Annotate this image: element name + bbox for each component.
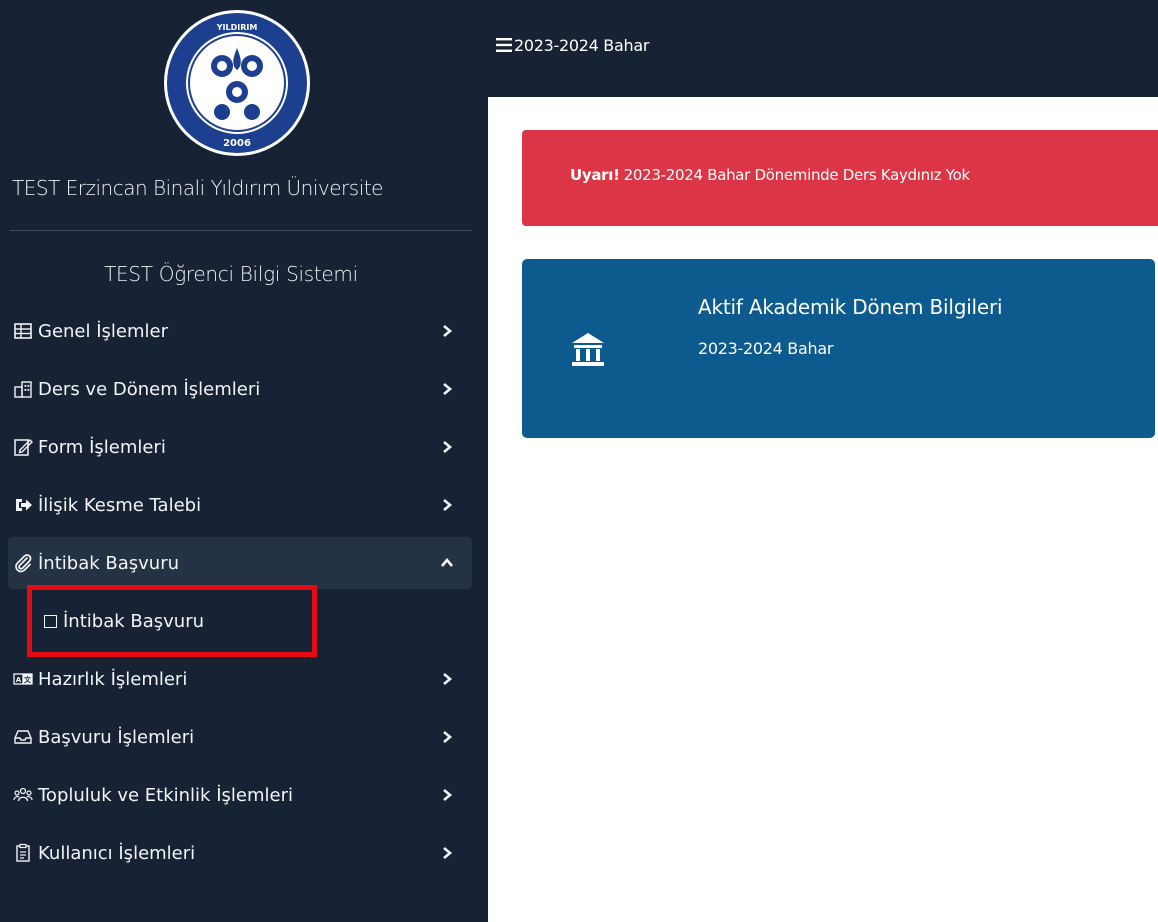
sidebar-item-label: İlişik Kesme Talebi — [38, 494, 202, 516]
svg-text:2006: 2006 — [223, 138, 251, 149]
svg-text:YILDIRIM: YILDIRIM — [216, 23, 258, 32]
chevron-right-icon — [443, 673, 453, 685]
university-icon — [572, 333, 604, 366]
active-term-card: Aktif Akademik Dönem Bilgileri 2023-2024… — [522, 259, 1155, 438]
chevron-right-icon — [443, 325, 453, 337]
current-term: 2023-2024 Bahar — [514, 36, 650, 55]
sidebar-item-ders-donem[interactable]: Ders ve Dönem İşlemleri — [8, 360, 478, 418]
sidebar-item-basvuru-islemleri[interactable]: Başvuru İşlemleri — [8, 708, 478, 766]
alert-strong: Uyarı! — [570, 166, 620, 184]
sidebar-item-form-islemleri[interactable]: Form İşlemleri — [8, 418, 478, 476]
svg-text:文: 文 — [24, 675, 32, 684]
sidebar-item-label: Topluluk ve Etkinlik İşlemleri — [38, 784, 293, 806]
table-icon — [12, 320, 34, 342]
sidebar-divider — [10, 230, 472, 231]
sidebar-item-label: İntibak Başvuru — [38, 552, 180, 574]
card-title: Aktif Akademik Dönem Bilgileri — [698, 295, 1003, 319]
alert-text: Uyarı! 2023-2024 Bahar Döneminde Ders Kay… — [570, 166, 970, 184]
warning-alert: Uyarı! 2023-2024 Bahar Döneminde Ders Kay… — [522, 130, 1158, 226]
annotation-highlight-box — [27, 585, 317, 657]
chevron-right-icon — [443, 383, 453, 395]
users-icon — [12, 784, 34, 806]
chevron-right-icon — [443, 731, 453, 743]
sign-out-icon — [12, 494, 34, 516]
chevron-up-icon — [441, 557, 453, 567]
sidebar-item-label: Başvuru İşlemleri — [38, 726, 195, 748]
chevron-right-icon — [443, 499, 453, 511]
language-icon: A文 — [12, 668, 34, 690]
sidebar-item-ilisik-kesme[interactable]: İlişik Kesme Talebi — [8, 476, 478, 534]
edit-form-icon — [12, 436, 34, 458]
sidebar-item-topluluk-etkinlik[interactable]: Topluluk ve Etkinlik İşlemleri — [8, 766, 478, 824]
system-name: TEST Öğrenci Bilgi Sistemi — [104, 262, 358, 286]
sidebar-item-label: Hazırlık İşlemleri — [38, 668, 188, 690]
university-logo[interactable]: YILDIRIM 2006 — [162, 8, 312, 158]
sidebar-item-kullanici-islemleri[interactable]: Kullanıcı İşlemleri — [8, 824, 478, 882]
sidebar: YILDIRIM 2006 TEST Erzincan Binali Yıldı… — [0, 0, 488, 922]
chevron-right-icon — [443, 789, 453, 801]
university-name: TEST Erzincan Binali Yıldırım Üniversite — [12, 176, 383, 200]
alert-message: 2023-2024 Bahar Döneminde Ders Kaydınız … — [623, 166, 971, 184]
hamburger-icon[interactable] — [496, 38, 512, 52]
card-subtitle: 2023-2024 Bahar — [698, 339, 834, 358]
chevron-right-icon — [443, 441, 453, 453]
top-navbar: 2023-2024 Bahar — [488, 0, 1158, 97]
chevron-right-icon — [443, 847, 453, 859]
svg-text:A: A — [16, 676, 22, 684]
sidebar-item-label: Ders ve Dönem İşlemleri — [38, 378, 261, 400]
sidebar-item-intibak-basvuru[interactable]: İntibak Başvuru — [8, 537, 472, 589]
sidebar-item-label: Form İşlemleri — [38, 436, 166, 458]
building-icon — [12, 378, 34, 400]
inbox-icon — [12, 726, 34, 748]
sidebar-item-genel-islemler[interactable]: Genel İşlemler — [8, 302, 478, 360]
sidebar-item-label: Genel İşlemler — [38, 320, 168, 342]
sidebar-item-hazirlik-islemleri[interactable]: A文 Hazırlık İşlemleri — [8, 650, 478, 708]
sidebar-item-label: Kullanıcı İşlemleri — [38, 842, 196, 864]
paperclip-icon — [12, 552, 34, 574]
clipboard-icon — [12, 842, 34, 864]
